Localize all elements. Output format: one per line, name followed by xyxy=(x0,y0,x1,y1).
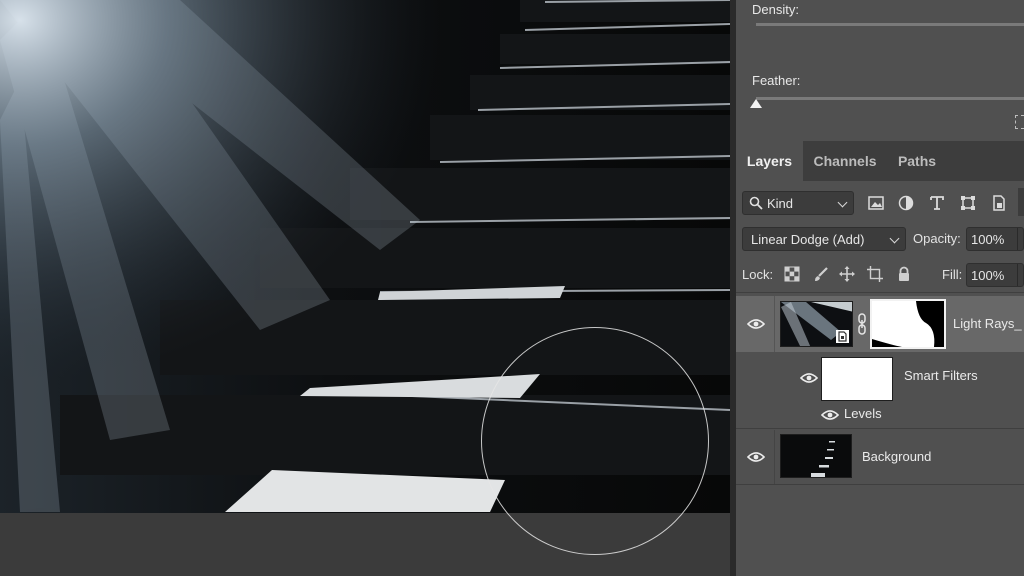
eye-icon[interactable] xyxy=(747,451,765,463)
eye-icon[interactable] xyxy=(747,318,765,330)
lock-artboard-icon[interactable] xyxy=(867,266,883,282)
kind-label: Kind xyxy=(767,196,794,211)
layer-row-background[interactable]: Background xyxy=(736,430,1024,484)
image-filter-icon[interactable] xyxy=(867,194,885,212)
filter-toggle-switch[interactable] xyxy=(1018,188,1024,216)
layer-mask-thumbnail[interactable] xyxy=(870,299,946,349)
layer-thumbnail[interactable] xyxy=(780,301,853,347)
eye-icon[interactable] xyxy=(821,409,839,421)
smart-filters-label: Smart Filters xyxy=(904,368,978,383)
fill-label: Fill: xyxy=(942,267,963,282)
panel-options-icon[interactable] xyxy=(1015,115,1024,129)
smart-object-badge-icon xyxy=(836,330,849,343)
lock-transparent-pixels-icon[interactable] xyxy=(784,266,800,282)
lock-all-icon[interactable] xyxy=(896,266,912,282)
layer-thumbnail[interactable] xyxy=(780,434,852,478)
eye-icon[interactable] xyxy=(800,372,818,384)
tab-channels[interactable]: Channels xyxy=(805,141,885,181)
filter-row-levels[interactable]: Levels xyxy=(736,402,1024,426)
blend-mode-value: Linear Dodge (Add) xyxy=(751,232,865,247)
lock-position-icon[interactable] xyxy=(839,266,855,282)
feather-slider[interactable] xyxy=(756,97,1024,100)
mask-link-icon[interactable] xyxy=(857,313,867,335)
smart-filters-row[interactable]: Smart Filters xyxy=(736,352,1024,401)
density-label: Density: xyxy=(752,2,799,17)
smart-filter-mask-thumbnail[interactable] xyxy=(821,357,893,401)
brush-cursor xyxy=(481,327,709,555)
opacity-input[interactable]: 100% xyxy=(966,227,1024,251)
right-panel: Density: Feather: Layers Channels Paths … xyxy=(736,0,1024,576)
adjustment-filter-icon[interactable] xyxy=(897,194,915,212)
search-icon xyxy=(749,196,763,210)
layer-filter-kind-select[interactable]: Kind xyxy=(742,191,854,215)
smart-object-filter-icon[interactable] xyxy=(990,194,1008,212)
tab-layers[interactable]: Layers xyxy=(736,141,803,181)
layer-name[interactable]: Background xyxy=(862,449,931,464)
chevron-down-icon xyxy=(837,197,848,208)
blend-mode-select[interactable]: Linear Dodge (Add) xyxy=(742,227,906,251)
lock-label: Lock: xyxy=(742,267,774,282)
lock-image-pixels-icon[interactable] xyxy=(813,266,829,282)
panel-tab-bar: Layers Channels Paths xyxy=(736,141,1024,181)
filter-name[interactable]: Levels xyxy=(844,406,882,421)
layer-row-light-rays[interactable]: Light Rays_ xyxy=(736,296,1024,352)
shape-filter-icon[interactable] xyxy=(959,194,977,212)
fill-value: 100% xyxy=(971,268,1005,283)
opacity-value: 100% xyxy=(971,232,1005,247)
feather-slider-thumb[interactable] xyxy=(750,99,762,108)
type-filter-icon[interactable] xyxy=(928,194,946,212)
opacity-label: Opacity: xyxy=(913,231,961,246)
tab-paths[interactable]: Paths xyxy=(887,141,947,181)
fill-input[interactable]: 100% xyxy=(966,263,1024,287)
chevron-down-icon xyxy=(889,233,900,244)
layer-name[interactable]: Light Rays_ xyxy=(953,316,1022,331)
density-slider[interactable] xyxy=(756,23,1024,26)
document-canvas[interactable] xyxy=(0,0,733,576)
feather-label: Feather: xyxy=(752,73,801,88)
